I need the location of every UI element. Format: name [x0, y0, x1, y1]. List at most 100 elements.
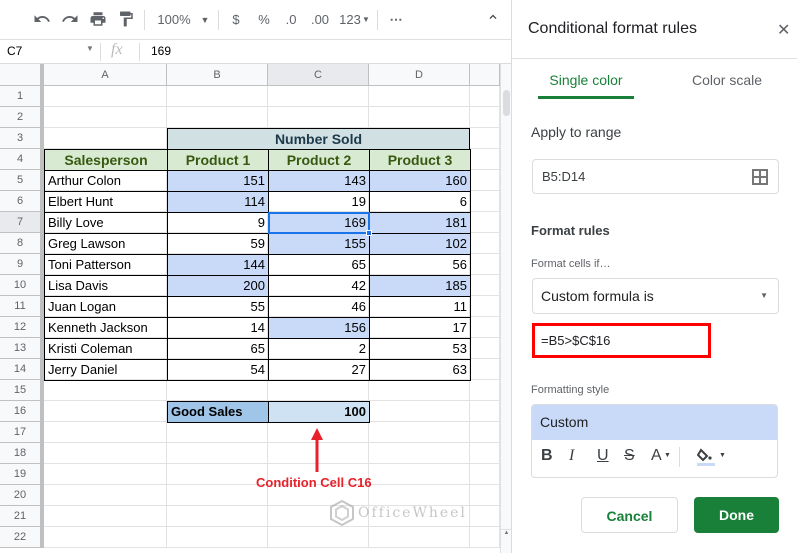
bold-button[interactable]: B — [541, 447, 553, 465]
salesperson-cell[interactable]: Billy Love — [44, 212, 168, 234]
undo-icon[interactable] — [32, 10, 52, 30]
done-button[interactable]: Done — [694, 497, 779, 533]
cell[interactable] — [167, 506, 268, 527]
condition-label-cell[interactable]: Good Sales — [167, 401, 269, 423]
decrease-decimal-button[interactable]: .0 — [282, 10, 300, 30]
close-icon[interactable]: ✕ — [777, 20, 790, 40]
print-icon[interactable] — [88, 10, 108, 30]
paint-format-icon[interactable] — [116, 10, 136, 30]
zoom-dropdown-icon[interactable]: ▼ — [198, 10, 212, 30]
redo-icon[interactable] — [60, 10, 80, 30]
row-header[interactable]: 13 — [0, 338, 44, 359]
cell[interactable] — [44, 86, 167, 107]
cell[interactable] — [369, 422, 470, 443]
column-header-c[interactable]: C — [268, 64, 369, 86]
salesperson-cell[interactable]: Greg Lawson — [44, 233, 168, 255]
cell[interactable] — [268, 86, 369, 107]
underline-button[interactable]: U — [597, 447, 609, 465]
row-header[interactable]: 12 — [0, 317, 44, 338]
value-cell[interactable]: 56 — [369, 254, 471, 276]
cell[interactable] — [44, 443, 167, 464]
value-cell[interactable]: 102 — [369, 233, 471, 255]
row-header[interactable]: 3 — [0, 128, 44, 149]
cell[interactable] — [470, 191, 500, 212]
select-range-grid-icon[interactable] — [752, 169, 768, 185]
value-cell[interactable]: 42 — [268, 275, 370, 297]
more-formats-button[interactable]: 123 — [337, 10, 363, 30]
cell[interactable] — [369, 107, 470, 128]
cell[interactable] — [470, 170, 500, 191]
value-cell[interactable]: 14 — [167, 317, 269, 339]
value-cell[interactable]: 46 — [268, 296, 370, 318]
row-header[interactable]: 21 — [0, 506, 44, 527]
cell[interactable] — [470, 233, 500, 254]
cell[interactable] — [167, 86, 268, 107]
cell[interactable] — [470, 506, 500, 527]
more-icon[interactable]: ⋯ — [386, 10, 406, 30]
cell[interactable] — [470, 422, 500, 443]
cell[interactable] — [369, 86, 470, 107]
row-header[interactable]: 8 — [0, 233, 44, 254]
cell[interactable] — [167, 485, 268, 506]
value-cell[interactable]: 19 — [268, 191, 370, 213]
cell[interactable] — [44, 527, 167, 548]
vertical-scrollbar[interactable]: ▲ — [500, 64, 512, 553]
select-all-corner[interactable] — [0, 64, 44, 86]
cell[interactable] — [470, 296, 500, 317]
row-header[interactable]: 15 — [0, 380, 44, 401]
row-header[interactable]: 18 — [0, 443, 44, 464]
cell[interactable] — [369, 527, 470, 548]
table-title[interactable]: Number Sold — [167, 128, 470, 150]
row-header[interactable]: 19 — [0, 464, 44, 485]
cell[interactable] — [470, 443, 500, 464]
row-header[interactable]: 4 — [0, 149, 44, 170]
row-header[interactable]: 22 — [0, 527, 44, 548]
cell[interactable] — [470, 380, 500, 401]
style-preview[interactable]: Custom — [532, 405, 777, 440]
cell[interactable] — [470, 359, 500, 380]
salesperson-cell[interactable]: Lisa Davis — [44, 275, 168, 297]
row-header[interactable]: 10 — [0, 275, 44, 296]
italic-button[interactable]: I — [569, 447, 574, 465]
value-cell[interactable]: 27 — [268, 359, 370, 381]
range-input[interactable]: B5:D14 — [532, 159, 779, 194]
cell[interactable] — [470, 107, 500, 128]
salesperson-cell[interactable]: Elbert Hunt — [44, 191, 168, 213]
currency-format-button[interactable]: $ — [228, 10, 244, 30]
row-header[interactable]: 16 — [0, 401, 44, 422]
condition-select[interactable]: Custom formula is ▼ — [532, 278, 779, 314]
cell[interactable] — [470, 338, 500, 359]
cell[interactable] — [470, 254, 500, 275]
salesperson-cell[interactable]: Toni Patterson — [44, 254, 168, 276]
salesperson-cell[interactable]: Juan Logan — [44, 296, 168, 318]
value-cell[interactable]: 6 — [369, 191, 471, 213]
cell[interactable] — [369, 443, 470, 464]
cell[interactable] — [44, 422, 167, 443]
column-header-b[interactable]: B — [167, 64, 268, 86]
cell[interactable] — [369, 401, 470, 422]
cell[interactable] — [470, 401, 500, 422]
value-cell[interactable]: 9 — [167, 212, 269, 234]
more-formats-dropdown-icon[interactable]: ▼ — [361, 10, 371, 30]
fill-color-button[interactable] — [696, 447, 715, 472]
row-header[interactable]: 17 — [0, 422, 44, 443]
value-cell[interactable]: 144 — [167, 254, 269, 276]
tab-color-scale[interactable]: Color scale — [682, 72, 772, 88]
tab-single-color[interactable]: Single color — [538, 72, 634, 99]
cell[interactable] — [44, 380, 167, 401]
cell[interactable] — [167, 464, 268, 485]
cell[interactable] — [167, 422, 268, 443]
row-header[interactable]: 11 — [0, 296, 44, 317]
value-cell[interactable]: 55 — [167, 296, 269, 318]
cancel-button[interactable]: Cancel — [581, 497, 678, 533]
cell[interactable] — [44, 485, 167, 506]
column-heading[interactable]: Product 1 — [167, 149, 269, 171]
cell[interactable] — [268, 107, 369, 128]
value-cell[interactable]: 114 — [167, 191, 269, 213]
cell[interactable] — [470, 128, 500, 149]
cell[interactable] — [369, 464, 470, 485]
cell[interactable] — [470, 464, 500, 485]
cell[interactable] — [44, 464, 167, 485]
formula-input[interactable]: =B5>$C$16 — [532, 323, 711, 358]
fill-handle[interactable] — [366, 230, 372, 236]
